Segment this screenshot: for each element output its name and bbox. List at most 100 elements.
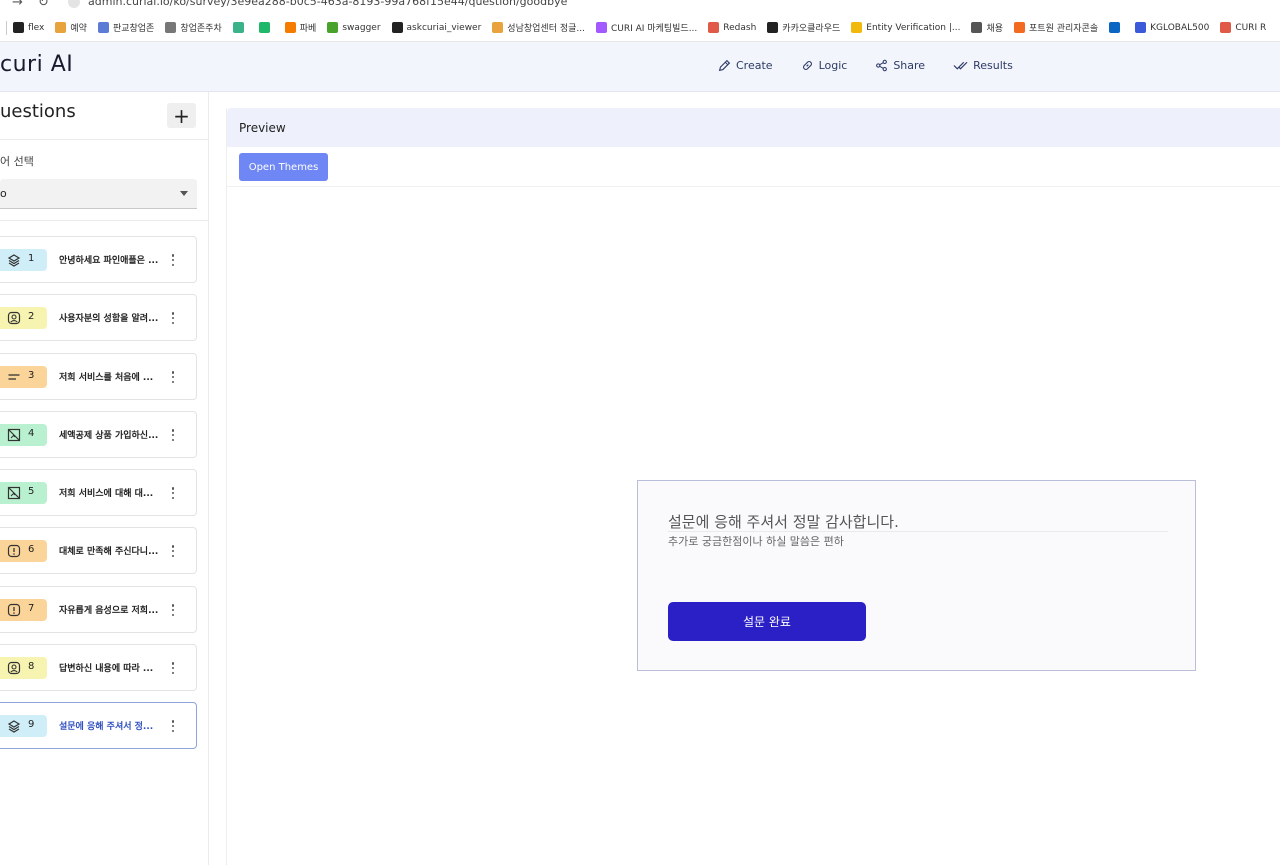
bookmark-item[interactable]: CURI R (1220, 22, 1266, 33)
more-vertical-icon[interactable] (169, 251, 177, 269)
bookmark-label: Redash (723, 22, 757, 33)
bookmark-item[interactable]: 창업존주차 (165, 21, 222, 34)
bookmark-item[interactable]: 판교창업존 (97, 21, 155, 34)
bookmark-item[interactable]: swagger (327, 22, 381, 33)
bookmark-label: CURI R (1235, 22, 1267, 33)
question-number: 2 (28, 311, 35, 322)
more-vertical-icon[interactable] (169, 426, 177, 444)
question-item-4[interactable]: 4 세액공제 상품 가입하신... (0, 411, 197, 458)
bookmark-item[interactable] (1109, 22, 1124, 33)
question-title: 자유롭게 음성으로 저희... (59, 606, 159, 616)
bookmark-item[interactable]: flex (13, 22, 44, 33)
kglobal-icon (1135, 22, 1147, 33)
bookmark-item[interactable] (232, 22, 248, 33)
bookmark-label: 판교창업존 (112, 24, 155, 34)
nav-share[interactable]: Share (875, 59, 925, 72)
bookmark-label: Entity Verification |... (866, 22, 961, 33)
question-title: 안녕하세요 파인애플은 ... (59, 256, 159, 266)
survey-thanks-title[interactable]: 설문에 응해 주셔서 정말 감사합니다. (668, 511, 899, 532)
preview-header: Preview (227, 108, 1280, 147)
more-vertical-icon[interactable] (169, 309, 177, 327)
language-select-value: o (0, 187, 7, 200)
no-image-icon (7, 486, 21, 500)
link-icon (802, 61, 812, 70)
nav-results[interactable]: Results (953, 59, 1013, 72)
question-item-8[interactable]: 8 답변하신 내용에 따라 ... (0, 644, 197, 691)
complete-survey-button[interactable]: 설문 완료 (668, 602, 866, 641)
question-title: 설문에 응해 주셔서 정... (59, 722, 154, 732)
nav-logic[interactable]: Logic (801, 59, 847, 72)
bookmark-label: CURI AI 마케팅빌드... (610, 24, 698, 34)
question-title: 대체로 만족해 주신다니... (59, 547, 159, 557)
bookmark-item[interactable]: askcuriai_viewer (391, 22, 481, 33)
question-number: 9 (28, 719, 35, 730)
bookmark-item[interactable]: 성남창업센터 정글... (492, 21, 585, 34)
question-title: 세액공제 상품 가입하신... (59, 431, 159, 441)
language-select[interactable]: o (0, 179, 197, 209)
binance-icon (851, 22, 863, 33)
question-number: 1 (28, 253, 35, 264)
question-item-9[interactable]: 9 설문에 응해 주셔서 정... (0, 702, 197, 749)
notion-like-icon (258, 22, 270, 33)
more-vertical-icon[interactable] (169, 601, 177, 619)
question-type-badge: 9 (0, 715, 47, 737)
question-title: 저희 서비스를 처음에 ... (59, 373, 154, 383)
parking-icon (165, 22, 177, 33)
askcuriai-icon (391, 22, 403, 33)
folder-icon (55, 22, 67, 33)
divider (0, 139, 209, 140)
question-title: 저희 서비스에 대해 대... (59, 489, 154, 499)
question-item-1[interactable]: 1 안녕하세요 파인애플은 ... (0, 236, 197, 283)
more-vertical-icon[interactable] (169, 542, 177, 560)
bookmark-item[interactable]: 카카오클라우드 (767, 21, 840, 34)
question-number: 4 (28, 428, 35, 439)
short-text-icon (8, 374, 20, 380)
question-type-badge: 1 (0, 249, 47, 271)
add-question-button[interactable]: + (167, 103, 196, 128)
bookmarks-bar: flex 예약 판교창업존 창업존주차 파베 swagger askcuriai_viewe… (0, 14, 1280, 42)
bookmark-item[interactable]: 포트원 관리자콘솔 (1014, 21, 1098, 34)
survey-preview-card: 설문에 응해 주셔서 정말 감사합니다. 추가로 궁금한점이나 하실 말씀은 편… (637, 480, 1196, 671)
info-icon (7, 544, 21, 558)
nav-create[interactable]: Create (718, 59, 773, 72)
app-icon (232, 22, 244, 33)
bookmark-item[interactable]: Entity Verification |... (851, 22, 960, 33)
more-vertical-icon[interactable] (169, 368, 177, 386)
browser-url-bar: → ↻ admin.curiai.io/ko/survey/3e9ea288-b… (0, 0, 1280, 14)
question-item-2[interactable]: 2 사용자분의 성함을 알려... (0, 294, 197, 341)
address-bar-url[interactable]: admin.curiai.io/ko/survey/3e9ea288-b0c5-… (88, 0, 567, 8)
divider (227, 186, 1280, 187)
layers-icon (7, 720, 21, 733)
more-vertical-icon[interactable] (169, 717, 177, 735)
share-icon (876, 59, 888, 72)
bookmark-label: KGLOBAL500 (1150, 22, 1210, 33)
forward-arrow-icon[interactable]: → (12, 0, 23, 10)
swagger-icon (327, 22, 339, 33)
more-vertical-icon[interactable] (169, 484, 177, 502)
layers-icon (7, 254, 21, 267)
bookmark-item[interactable]: 채용 (971, 21, 1003, 34)
bookmark-item[interactable]: CURI AI 마케팅빌드... (595, 21, 698, 34)
preview-label: Preview (239, 121, 286, 135)
bookmark-item[interactable]: 예약 (55, 21, 87, 34)
bookmark-item[interactable]: 파베 (284, 21, 316, 34)
open-themes-button[interactable]: Open Themes (239, 153, 328, 181)
bookmark-item[interactable] (258, 22, 274, 33)
reload-icon[interactable]: ↻ (38, 0, 49, 10)
question-item-6[interactable]: 6 대체로 만족해 주신다니... (0, 527, 197, 574)
curi-ai-logo[interactable]: curi AI (0, 52, 73, 77)
pencil-icon (718, 59, 731, 72)
question-item-3[interactable]: 3 저희 서비스를 처음에 ... (0, 353, 197, 400)
folder-icon (492, 22, 504, 33)
bookmark-item[interactable]: KGLOBAL500 (1135, 22, 1209, 33)
main-panel: Preview Open Themes 설문에 응해 주셔서 정말 감사합니다.… (226, 108, 1280, 865)
bookmark-item[interactable]: Redash (708, 22, 756, 33)
check-icon (953, 61, 968, 70)
more-vertical-icon[interactable] (169, 659, 177, 677)
site-info-icon[interactable] (68, 0, 80, 8)
question-item-5[interactable]: 5 저희 서비스에 대해 대... (0, 469, 197, 516)
survey-thanks-subtitle[interactable]: 추가로 궁금한점이나 하실 말씀은 편하 (668, 533, 844, 549)
bookmark-label: flex (28, 22, 45, 33)
questions-sidebar: uestions + 어 선택 o 1 안녕하세요 파인애플은 ... 2 사용자분의… (0, 92, 209, 865)
question-item-7[interactable]: 7 자유롭게 음성으로 저희... (0, 586, 197, 633)
